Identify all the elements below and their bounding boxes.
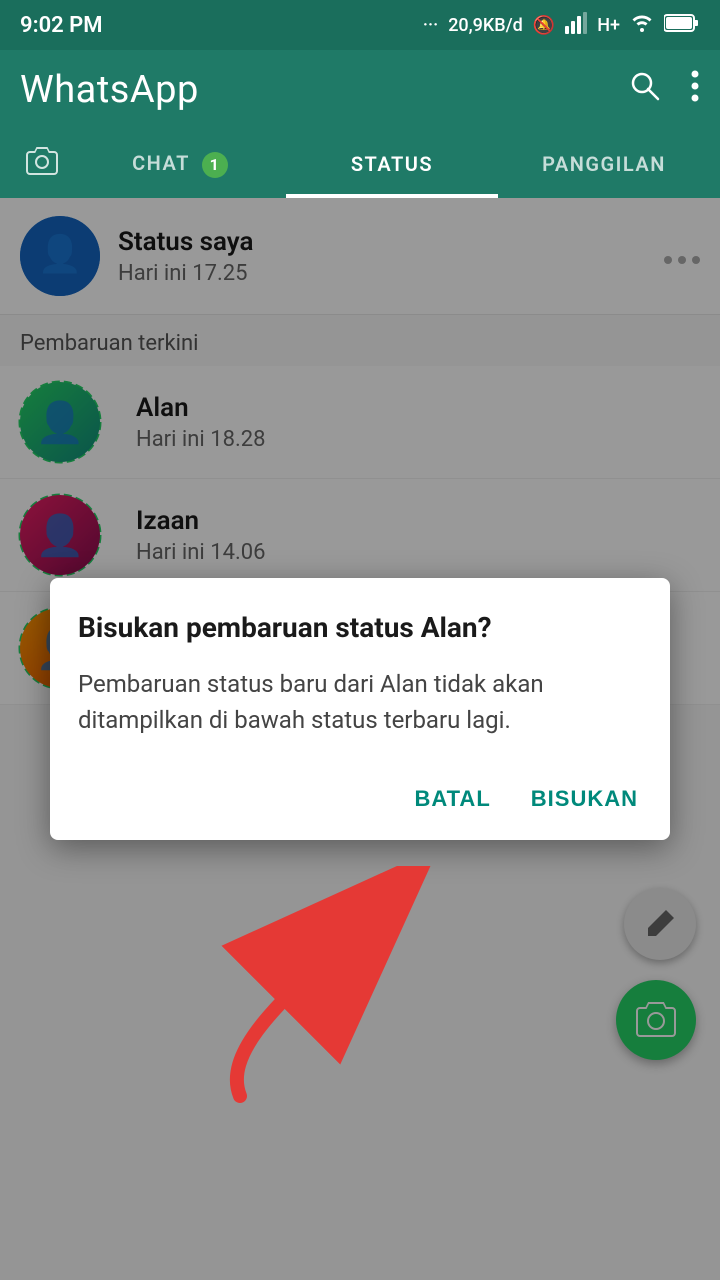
main-content: 👤 Status saya Hari ini 17.25 Pembaruan t… bbox=[0, 198, 720, 1280]
dialog-actions: BATAL BISUKAN bbox=[78, 770, 642, 820]
battery-icon bbox=[664, 13, 700, 38]
status-bar: 9:02 PM ··· 20,9KB/d 🔕 H+ bbox=[0, 0, 720, 50]
signal-icon bbox=[565, 12, 587, 39]
mute-dialog: Bisukan pembaruan status Alan? Pembaruan… bbox=[50, 578, 670, 840]
wifi-icon bbox=[630, 14, 654, 37]
tab-status[interactable]: STATUS bbox=[286, 130, 498, 198]
dialog-confirm-button[interactable]: BISUKAN bbox=[527, 778, 642, 820]
dialog-cancel-button[interactable]: BATAL bbox=[410, 778, 494, 820]
tab-bar: CHAT 1 STATUS PANGGILAN bbox=[0, 130, 720, 198]
app-title: WhatsApp bbox=[20, 68, 199, 112]
network-type: H+ bbox=[597, 15, 620, 36]
dialog-body: Pembaruan status baru dari Alan tidak ak… bbox=[78, 666, 642, 738]
more-options-icon[interactable] bbox=[690, 69, 700, 111]
search-icon[interactable] bbox=[628, 69, 662, 111]
dialog-title: Bisukan pembaruan status Alan? bbox=[78, 610, 642, 646]
camera-tab-icon[interactable] bbox=[10, 147, 74, 182]
tab-chat-label: CHAT bbox=[132, 151, 189, 175]
header: WhatsApp bbox=[0, 50, 720, 130]
network-icon: ··· bbox=[423, 15, 438, 36]
tab-status-label: STATUS bbox=[351, 152, 433, 176]
status-time: 9:02 PM bbox=[20, 13, 103, 38]
tab-chat[interactable]: CHAT 1 bbox=[74, 129, 286, 200]
network-speed: 20,9KB/d bbox=[448, 15, 523, 36]
header-actions bbox=[628, 69, 700, 111]
tab-calls[interactable]: PANGGILAN bbox=[498, 130, 710, 198]
tab-calls-label: PANGGILAN bbox=[542, 152, 666, 176]
chat-badge: 1 bbox=[202, 152, 228, 178]
mute-icon: 🔕 bbox=[533, 15, 555, 36]
status-icons: ··· 20,9KB/d 🔕 H+ bbox=[423, 12, 700, 39]
